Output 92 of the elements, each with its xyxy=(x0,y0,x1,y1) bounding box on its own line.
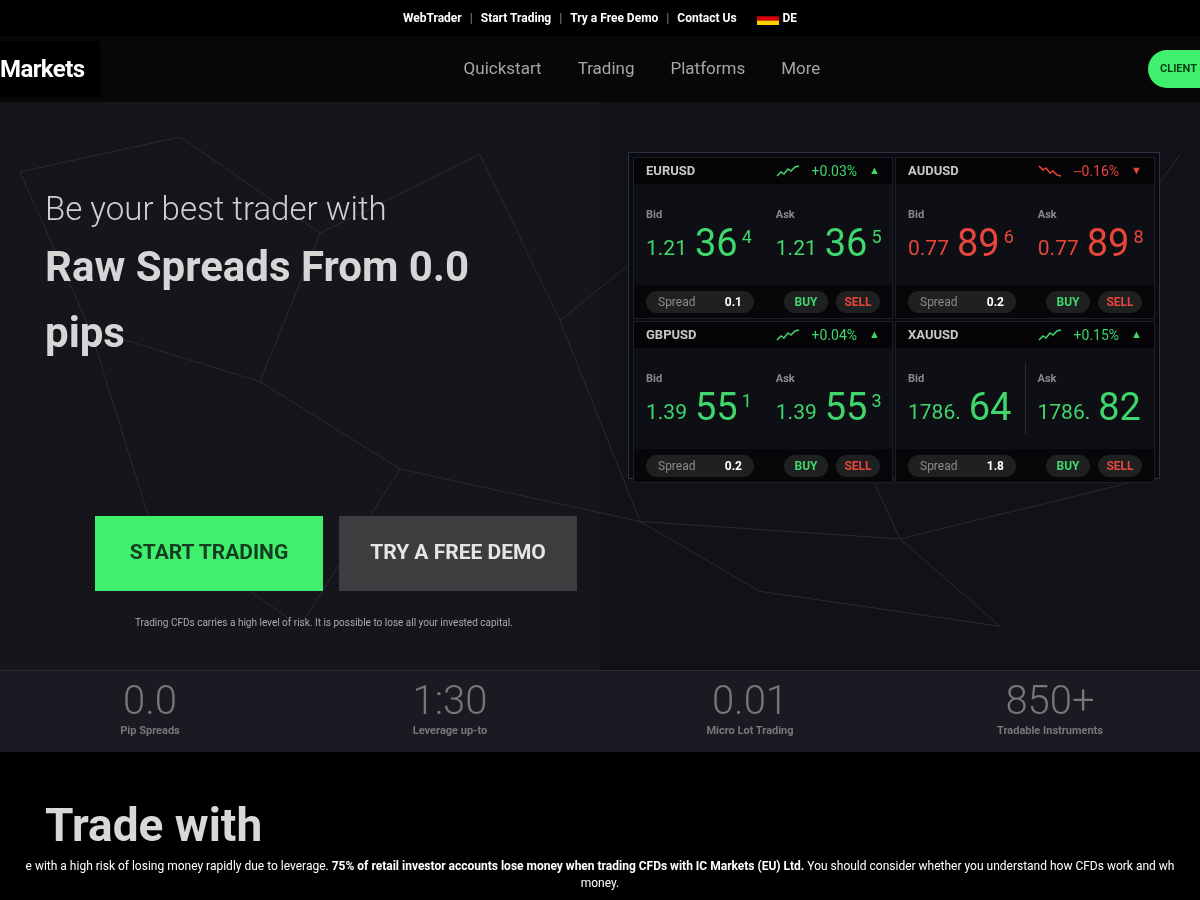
symbol-name: EURUSD xyxy=(646,162,697,181)
price-fraction: 8 xyxy=(1133,227,1144,246)
section-heading: Trade with xyxy=(45,800,263,850)
link-separator: | xyxy=(469,10,473,27)
nav-link[interactable]: More xyxy=(781,56,821,82)
price-base: 0.77 xyxy=(1037,237,1079,259)
price-label: Ask xyxy=(1037,371,1058,388)
price-pips: 89 xyxy=(956,223,1000,262)
buy-button[interactable]: BUY xyxy=(784,454,828,477)
link-separator: | xyxy=(666,10,670,27)
spread-value: 0.1 xyxy=(724,293,742,311)
price-base: 1786. xyxy=(1037,401,1091,423)
spread-label: Spread xyxy=(658,457,697,475)
price-label: Ask xyxy=(775,207,796,224)
change-percent: --0.16% xyxy=(1073,161,1120,181)
stat-label: Tradable Instruments xyxy=(997,723,1103,739)
logo[interactable]: Markets xyxy=(0,41,100,97)
client-button[interactable]: CLIENT xyxy=(1148,50,1200,88)
spread-value: 0.2 xyxy=(724,457,742,475)
change-percent: +0.15% xyxy=(1073,325,1120,345)
rising-chart-icon xyxy=(775,329,800,341)
rising-chart-icon xyxy=(1037,329,1062,341)
stat-value: 0.0 xyxy=(123,679,177,723)
start-trading-button[interactable]: START TRADING xyxy=(95,515,323,591)
stat-value: 0.01 xyxy=(711,679,789,723)
sell-button[interactable]: SELL xyxy=(1098,454,1142,477)
top-link[interactable]: Try a Free Demo xyxy=(570,9,659,27)
stat-value: 1:30 xyxy=(412,679,488,723)
risk-warning: e with a high risk of losing money rapidly due to leverage. 75% of retail investor accounts lose money when trading CFDs with IC Markets (EU) Ltd. You should consider whether you understand how CFDs work and wh xyxy=(25,858,1175,875)
buy-button[interactable]: BUY xyxy=(1046,290,1090,313)
trend-arrow: ▲ xyxy=(869,326,880,343)
price-label: Bid xyxy=(908,207,926,224)
top-link[interactable]: WebTrader xyxy=(402,9,462,27)
nav-link[interactable]: Quickstart xyxy=(463,56,542,82)
trend-arrow: ▼ xyxy=(1131,162,1142,179)
price-pips: 36 xyxy=(824,223,868,262)
risk-note: Trading CFDs carries a high level of risk. It is possible to lose all your invested capital. xyxy=(135,615,514,630)
rising-chart-icon xyxy=(775,165,800,177)
price-label: Ask xyxy=(1037,207,1058,224)
link-separator: | xyxy=(559,10,563,27)
language-link[interactable]: DE xyxy=(782,9,798,27)
price-fraction: 5 xyxy=(871,227,882,246)
stat-value: 850+ xyxy=(1005,679,1095,723)
price-fraction: 4 xyxy=(741,227,752,246)
symbol-name: GBPUSD xyxy=(646,326,698,345)
trend-arrow: ▲ xyxy=(1131,326,1142,343)
hero-headline: Raw Spreads From 0.0 pips xyxy=(45,240,471,359)
nav-link[interactable]: Trading xyxy=(577,56,635,82)
buy-button[interactable]: BUY xyxy=(784,290,828,313)
price-pips: 36 xyxy=(694,223,738,262)
spread-value: 0.2 xyxy=(986,293,1004,311)
stat-label: Pip Spreads xyxy=(120,723,180,739)
stat-label: Micro Lot Trading xyxy=(706,723,794,739)
symbol-name: XAUUSD xyxy=(908,326,960,345)
price-label: Bid xyxy=(646,371,664,388)
change-percent: +0.03% xyxy=(811,161,858,181)
spread-value: 1.8 xyxy=(986,457,1004,475)
symbol-name: AUDUSD xyxy=(908,162,960,181)
spread-label: Spread xyxy=(920,457,959,475)
hero-kicker: Be your best trader with xyxy=(45,188,388,230)
spread-label: Spread xyxy=(658,293,697,311)
price-base: 1.39 xyxy=(646,401,687,423)
price-pips: 55 xyxy=(694,387,738,426)
top-link[interactable]: Contact Us xyxy=(677,9,737,27)
sell-button[interactable]: SELL xyxy=(836,290,880,313)
stat-label: Leverage up-to xyxy=(412,723,488,739)
price-pips: 82 xyxy=(1098,387,1141,426)
price-label: Ask xyxy=(775,371,796,388)
price-base: 1.21 xyxy=(646,237,687,259)
price-fraction: 3 xyxy=(871,391,882,410)
price-fraction: 6 xyxy=(1003,227,1014,246)
top-link[interactable]: Start Trading xyxy=(480,9,552,27)
change-percent: +0.04% xyxy=(811,325,858,345)
price-pips: 89 xyxy=(1086,223,1130,262)
price-label: Bid xyxy=(908,371,926,388)
buy-button[interactable]: BUY xyxy=(1046,454,1090,477)
price-base: 1.39 xyxy=(775,401,817,423)
free-demo-button[interactable]: TRY A FREE DEMO xyxy=(339,515,577,591)
price-label: Bid xyxy=(646,207,664,224)
sell-button[interactable]: SELL xyxy=(836,454,880,477)
price-base: 1.21 xyxy=(775,237,817,259)
price-base: 0.77 xyxy=(908,237,949,259)
risk-warning: money. xyxy=(580,875,620,892)
price-pips: 55 xyxy=(824,387,868,426)
trend-arrow: ▲ xyxy=(869,162,880,179)
price-base: 1786. xyxy=(908,401,961,423)
spread-label: Spread xyxy=(920,293,959,311)
nav-link[interactable]: Platforms xyxy=(670,56,746,82)
falling-chart-icon xyxy=(1037,165,1062,177)
price-fraction: 1 xyxy=(741,391,752,410)
sell-button[interactable]: SELL xyxy=(1098,290,1142,313)
price-pips: 64 xyxy=(968,387,1012,426)
